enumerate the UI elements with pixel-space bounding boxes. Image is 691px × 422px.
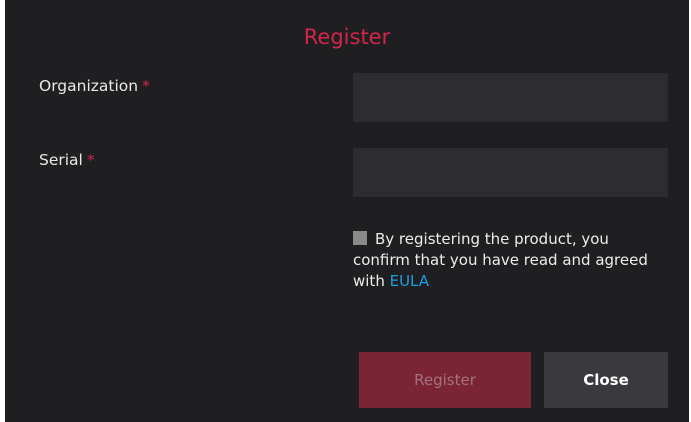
eula-agreement: By registering the product, you confirm … (353, 229, 653, 292)
serial-input[interactable] (353, 148, 668, 197)
close-button[interactable]: Close (544, 352, 668, 408)
register-dialog: Register Organization * Serial * By regist… (5, 0, 689, 422)
serial-label: Serial * (39, 150, 95, 170)
eula-checkbox[interactable] (353, 231, 367, 245)
required-marker: * (142, 77, 150, 95)
dialog-title: Register (303, 25, 391, 49)
register-button[interactable]: Register (359, 352, 531, 408)
required-marker: * (86, 151, 95, 169)
serial-label-text: Serial (39, 151, 83, 169)
organization-input[interactable] (353, 73, 668, 122)
organization-label: Organization * (39, 76, 150, 96)
organization-label-text: Organization (39, 77, 139, 95)
eula-link[interactable]: EULA (390, 272, 429, 290)
